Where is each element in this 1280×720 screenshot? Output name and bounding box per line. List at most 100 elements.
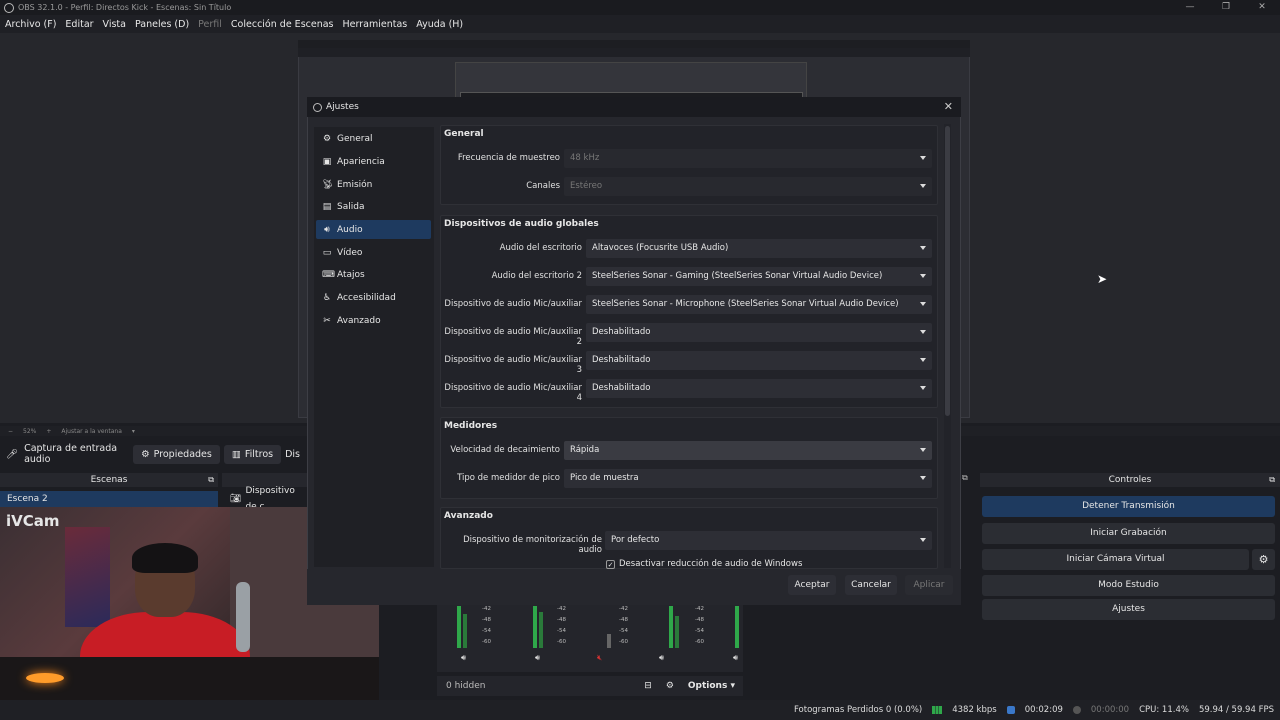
meter-scale: -54 <box>557 628 566 634</box>
vu-meter <box>735 606 739 648</box>
signal-icon <box>932 706 943 714</box>
nav-audio[interactable]: 🔊︎ Audio <box>316 220 431 239</box>
dock-popout-icon[interactable]: ⧉ <box>1269 473 1275 487</box>
webcam-label: iVCam <box>6 512 60 530</box>
scene-item[interactable]: Escena 2 <box>0 491 218 507</box>
menu-edit[interactable]: Editar <box>65 19 93 30</box>
speaker-icon[interactable]: 🔊︎ <box>733 653 738 663</box>
menu-docks[interactable]: Paneles (D) <box>135 19 189 30</box>
speaker-icon[interactable]: 🔊︎ <box>535 653 540 663</box>
chevron-down-icon[interactable]: ▾ <box>132 428 135 435</box>
start-virtual-camera-button[interactable]: Iniciar Cámara Virtual <box>982 549 1249 570</box>
meters-title: Medidores <box>444 421 498 431</box>
chevron-down-icon <box>920 184 926 188</box>
vu-meter <box>463 614 467 648</box>
channels-value: Estéreo <box>570 181 603 191</box>
nav-accessibility[interactable]: ♿︎ Accesibilidad <box>316 288 431 307</box>
meter-scale: -42 <box>695 606 704 612</box>
virtual-camera-settings-icon[interactable]: ⚙ <box>1252 549 1275 570</box>
zoom-fit-select[interactable]: Ajustar a la ventana <box>61 428 122 435</box>
muted-speaker-icon[interactable]: 🔇︎ <box>597 653 602 663</box>
menu-bar: Archivo (F) Editar Vista Paneles (D) Per… <box>0 15 1280 33</box>
collapse-icon[interactable]: ⊟ <box>644 681 652 691</box>
nav-hotkeys[interactable]: ⌨ Atajos <box>316 265 431 284</box>
dock-popout-icon[interactable]: ⧉ <box>962 473 976 487</box>
global-audio-title: Dispositivos de audio globales <box>444 219 599 229</box>
camera-icon: 📷︎ <box>230 494 242 504</box>
webcam-person-hair <box>132 543 198 573</box>
meter-scale: -48 <box>619 617 628 623</box>
minimize-button[interactable]: — <box>1172 0 1208 15</box>
nav-stream[interactable]: 📡︎ Emisión <box>316 175 431 194</box>
accessibility-icon: ♿︎ <box>322 292 332 303</box>
mic-aux-3-value: Deshabilitado <box>592 355 651 365</box>
mouse-cursor-icon: ➤ <box>1097 272 1108 286</box>
options-button[interactable]: Options ▾ <box>688 681 735 691</box>
nav-appearance[interactable]: ▣ Apariencia <box>316 152 431 171</box>
webcam-poster <box>65 527 110 627</box>
mic-aux-select[interactable]: SteelSeries Sonar - Microphone (SteelSer… <box>586 295 932 314</box>
desktop-audio-2-select[interactable]: SteelSeries Sonar - Gaming (SteelSeries … <box>586 267 932 286</box>
menu-view[interactable]: Vista <box>103 19 126 30</box>
mixer-toolbar: 0 hidden ⊟ ⚙ Options ▾ <box>437 676 743 696</box>
peak-meter-select[interactable]: Pico de muestra <box>564 469 932 488</box>
peak-meter-label: Tipo de medidor de pico <box>457 473 560 483</box>
properties-label: Propiedades <box>153 448 212 460</box>
chevron-down-icon <box>920 358 926 362</box>
meter-scale: -48 <box>695 617 704 623</box>
start-recording-button[interactable]: Iniciar Grabación <box>982 523 1275 544</box>
mic-aux-4-select[interactable]: Deshabilitado <box>586 379 932 398</box>
ducking-checkbox-row[interactable]: ✓ Desactivar reducción de audio de Windo… <box>606 559 802 569</box>
nav-video[interactable]: ▭ Vídeo <box>316 243 431 262</box>
palette-icon: ▣ <box>322 156 332 167</box>
zoom-out-button[interactable]: − <box>8 428 13 435</box>
nested-preview-titlebar <box>298 40 970 48</box>
studio-mode-button[interactable]: Modo Estudio <box>982 575 1275 596</box>
nav-general[interactable]: ⚙ General <box>316 129 431 148</box>
nav-label: Apariencia <box>337 156 385 167</box>
settings-button[interactable]: Ajustes <box>982 599 1275 620</box>
vu-meter <box>675 616 679 648</box>
source-name: 🎤︎ Captura de entrada audio <box>6 443 129 465</box>
advanced-audio-icon[interactable]: ⚙ <box>666 681 674 691</box>
channels-select[interactable]: Estéreo <box>564 177 932 196</box>
properties-button[interactable]: ⚙ Propiedades <box>133 444 220 464</box>
mic-aux-label: Dispositivo de audio Mic/auxiliar <box>444 299 582 309</box>
mic-aux-2-label: Dispositivo de audio Mic/auxiliar 2 <box>444 327 582 347</box>
cancel-button[interactable]: Cancelar <box>845 575 897 595</box>
sample-rate-select[interactable]: 48 kHz <box>564 149 932 168</box>
mic-aux-3-select[interactable]: Deshabilitado <box>586 351 932 370</box>
meter-scale: -54 <box>619 628 628 634</box>
scenes-dock-header: Escenas ⧉ <box>0 473 218 487</box>
meter-scale: -42 <box>482 606 491 612</box>
ok-button[interactable]: Aceptar <box>788 575 836 595</box>
chevron-down-icon <box>920 156 926 160</box>
mic-aux-2-select[interactable]: Deshabilitado <box>586 323 932 342</box>
decay-select[interactable]: Rápida <box>564 441 932 460</box>
truncated-button[interactable]: Dis <box>285 449 300 460</box>
settings-scrollbar-thumb[interactable] <box>945 126 950 416</box>
ducking-checkbox[interactable]: ✓ <box>606 559 615 569</box>
nav-output[interactable]: ▤ Salida <box>316 197 431 216</box>
stop-stream-button[interactable]: Detener Transmisión <box>982 496 1275 517</box>
menu-help[interactable]: Ayuda (H) <box>416 19 463 30</box>
close-window-button[interactable]: ✕ <box>1244 0 1280 15</box>
apply-button[interactable]: Aplicar <box>905 575 953 595</box>
monitoring-device-select[interactable]: Por defecto <box>605 531 932 550</box>
maximize-button[interactable]: ❐ <box>1208 0 1244 15</box>
menu-tools[interactable]: Herramientas <box>343 19 408 30</box>
menu-profile[interactable]: Perfil <box>198 19 222 30</box>
source-item[interactable]: 📷︎ Dispositivo de c <box>222 486 307 512</box>
nav-advanced[interactable]: ✂ Avanzado <box>316 311 431 330</box>
dock-popout-icon[interactable]: ⧉ <box>208 473 214 487</box>
menu-scene-collection[interactable]: Colección de Escenas <box>231 19 334 30</box>
desktop-audio-select[interactable]: Altavoces (Focusrite USB Audio) <box>586 239 932 258</box>
settings-dialog-titlebar: Ajustes ✕ <box>307 97 961 117</box>
zoom-in-button[interactable]: + <box>46 428 51 435</box>
menu-file[interactable]: Archivo (F) <box>5 19 56 30</box>
close-icon[interactable]: ✕ <box>944 100 953 113</box>
speaker-icon[interactable]: 🔊︎ <box>461 653 466 663</box>
meter-scale: -60 <box>557 639 566 645</box>
speaker-icon[interactable]: 🔊︎ <box>659 653 664 663</box>
filters-button[interactable]: ▥ Filtros <box>223 444 282 464</box>
